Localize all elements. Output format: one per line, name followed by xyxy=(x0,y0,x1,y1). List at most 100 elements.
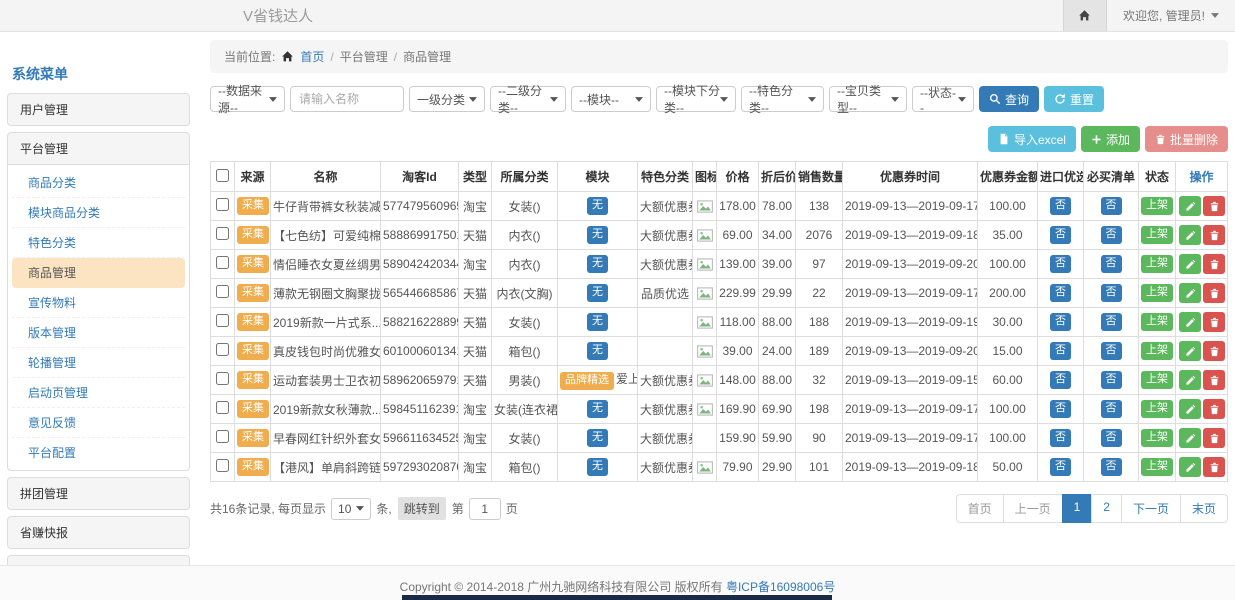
delete-button[interactable] xyxy=(1203,196,1225,216)
bottom-scrollbar[interactable] xyxy=(402,595,832,600)
edit-button[interactable] xyxy=(1179,428,1201,448)
icp-link[interactable]: 粤ICP备16098006号 xyxy=(726,580,835,594)
page-number-input[interactable] xyxy=(469,498,501,520)
import-select-badge[interactable]: 否 xyxy=(1050,458,1071,476)
import-select-badge[interactable]: 否 xyxy=(1050,313,1071,331)
row-checkbox[interactable] xyxy=(216,372,229,385)
filter-select-item-type[interactable]: --宝贝类型-- xyxy=(829,86,907,112)
status-badge[interactable]: 上架 xyxy=(1141,400,1173,418)
row-checkbox[interactable] xyxy=(216,256,229,269)
status-badge[interactable]: 上架 xyxy=(1141,371,1173,389)
must-buy-badge[interactable]: 否 xyxy=(1101,313,1122,331)
edit-button[interactable] xyxy=(1179,225,1201,245)
first-page[interactable]: 首页 xyxy=(956,494,1004,523)
row-checkbox[interactable] xyxy=(216,198,229,211)
must-buy-badge[interactable]: 否 xyxy=(1101,400,1122,418)
next-page[interactable]: 下一页 xyxy=(1121,494,1181,523)
sidebar-item-express-news[interactable]: 省赚快报 xyxy=(8,517,189,548)
sidebar-subitem-version-management[interactable]: 版本管理 xyxy=(12,318,185,348)
delete-button[interactable] xyxy=(1203,312,1225,332)
per-page-select[interactable]: 10 xyxy=(331,498,371,520)
delete-button[interactable] xyxy=(1203,225,1225,245)
import-select-badge[interactable]: 否 xyxy=(1050,255,1071,273)
jump-button[interactable]: 跳转到 xyxy=(398,497,446,520)
add-button[interactable]: 添加 xyxy=(1081,126,1140,152)
home-button[interactable] xyxy=(1063,0,1107,31)
delete-button[interactable] xyxy=(1203,341,1225,361)
must-buy-badge[interactable]: 否 xyxy=(1101,371,1122,389)
filter-select-data-source[interactable]: --数据来源-- xyxy=(210,86,285,112)
delete-button[interactable] xyxy=(1203,399,1225,419)
import-select-badge[interactable]: 否 xyxy=(1050,342,1071,360)
status-badge[interactable]: 上架 xyxy=(1141,255,1173,273)
user-menu[interactable]: 欢迎您, 管理员! xyxy=(1107,7,1235,24)
breadcrumb-home-link[interactable]: 首页 xyxy=(300,48,324,65)
import-select-badge[interactable]: 否 xyxy=(1050,400,1071,418)
filter-select-level2-category[interactable]: --二级分类-- xyxy=(490,86,566,112)
filter-select-level1-category[interactable]: 一级分类 xyxy=(409,86,485,112)
edit-button[interactable] xyxy=(1179,457,1201,477)
row-checkbox[interactable] xyxy=(216,401,229,414)
page-1[interactable]: 1 xyxy=(1062,494,1093,523)
row-checkbox[interactable] xyxy=(216,459,229,472)
status-badge[interactable]: 上架 xyxy=(1141,197,1173,215)
filter-select-feature-category[interactable]: --特色分类-- xyxy=(741,86,824,112)
import-select-badge[interactable]: 否 xyxy=(1050,429,1071,447)
sidebar-item-groupbuy-management[interactable]: 拼团管理 xyxy=(8,478,189,509)
edit-button[interactable] xyxy=(1179,196,1201,216)
status-badge[interactable]: 上架 xyxy=(1141,226,1173,244)
name-search-input[interactable] xyxy=(290,86,404,112)
must-buy-badge[interactable]: 否 xyxy=(1101,284,1122,302)
select-all-checkbox[interactable] xyxy=(216,169,229,182)
sidebar-subitem-carousel-management[interactable]: 轮播管理 xyxy=(12,348,185,378)
filter-select-module[interactable]: --模块-- xyxy=(571,86,651,112)
sidebar-subitem-platform-config[interactable]: 平台配置 xyxy=(12,438,185,467)
batch-delete-button[interactable]: 批量删除 xyxy=(1145,126,1228,152)
page-2[interactable]: 2 xyxy=(1091,494,1122,523)
edit-button[interactable] xyxy=(1179,254,1201,274)
delete-button[interactable] xyxy=(1203,254,1225,274)
sidebar-subitem-feature-category[interactable]: 特色分类 xyxy=(12,228,185,258)
status-badge[interactable]: 上架 xyxy=(1141,458,1173,476)
sidebar-subitem-module-goods-category[interactable]: 模块商品分类 xyxy=(12,198,185,228)
must-buy-badge[interactable]: 否 xyxy=(1101,255,1122,273)
edit-button[interactable] xyxy=(1179,370,1201,390)
edit-button[interactable] xyxy=(1179,341,1201,361)
edit-button[interactable] xyxy=(1179,399,1201,419)
import-select-badge[interactable]: 否 xyxy=(1050,226,1071,244)
status-badge[interactable]: 上架 xyxy=(1141,284,1173,302)
must-buy-badge[interactable]: 否 xyxy=(1101,226,1122,244)
delete-button[interactable] xyxy=(1203,428,1225,448)
must-buy-badge[interactable]: 否 xyxy=(1101,342,1122,360)
sidebar-subitem-goods-management[interactable]: 商品管理 xyxy=(12,258,185,288)
row-checkbox[interactable] xyxy=(216,285,229,298)
import-select-badge[interactable]: 否 xyxy=(1050,371,1071,389)
sidebar-subitem-splash-management[interactable]: 启动页管理 xyxy=(12,378,185,408)
import-select-badge[interactable]: 否 xyxy=(1050,284,1071,302)
delete-button[interactable] xyxy=(1203,283,1225,303)
reset-button[interactable]: 重置 xyxy=(1044,86,1104,112)
sidebar-item-user-management[interactable]: 用户管理 xyxy=(8,94,189,125)
sidebar-subitem-feedback[interactable]: 意见反馈 xyxy=(12,408,185,438)
status-badge[interactable]: 上架 xyxy=(1141,313,1173,331)
row-checkbox[interactable] xyxy=(216,343,229,356)
sidebar-item-platform-management[interactable]: 平台管理 xyxy=(8,133,189,165)
import-select-badge[interactable]: 否 xyxy=(1050,197,1071,215)
delete-button[interactable] xyxy=(1203,457,1225,477)
row-checkbox[interactable] xyxy=(216,314,229,327)
edit-button[interactable] xyxy=(1179,283,1201,303)
must-buy-badge[interactable]: 否 xyxy=(1101,458,1122,476)
import-excel-button[interactable]: 导入excel xyxy=(988,126,1076,152)
must-buy-badge[interactable]: 否 xyxy=(1101,197,1122,215)
prev-page[interactable]: 上一页 xyxy=(1003,494,1063,523)
row-checkbox[interactable] xyxy=(216,227,229,240)
delete-button[interactable] xyxy=(1203,370,1225,390)
status-badge[interactable]: 上架 xyxy=(1141,342,1173,360)
must-buy-badge[interactable]: 否 xyxy=(1101,429,1122,447)
row-checkbox[interactable] xyxy=(216,430,229,443)
search-button[interactable]: 查询 xyxy=(979,86,1039,112)
filter-select-module-subcategory[interactable]: --模块下分类-- xyxy=(656,86,736,112)
sidebar-subitem-promo-materials[interactable]: 宣传物料 xyxy=(12,288,185,318)
edit-button[interactable] xyxy=(1179,312,1201,332)
last-page[interactable]: 末页 xyxy=(1180,494,1228,523)
